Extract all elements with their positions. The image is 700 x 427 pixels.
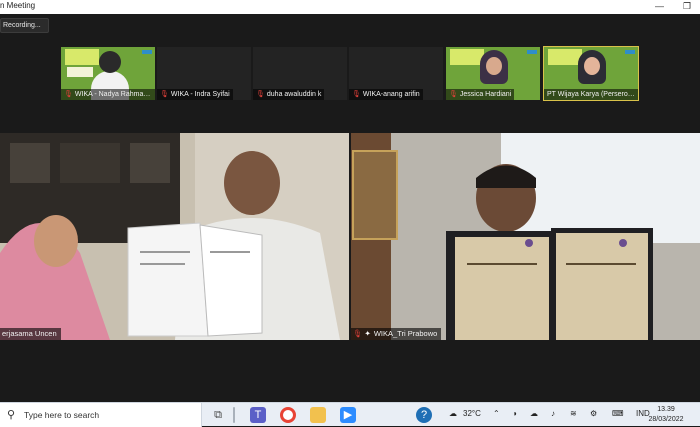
document-line (210, 251, 250, 253)
participant-name-tag: 🎙 WIKA-anang arifin (349, 89, 423, 100)
weather-icon[interactable]: ☁ (449, 409, 457, 418)
task-view-icon[interactable]: ⧉ (210, 407, 226, 423)
participant-thumb-duha[interactable]: 🎙 duha awaluddin k (253, 47, 347, 100)
shelf-panel (60, 143, 120, 183)
mic-muted-icon: 🎙 (353, 329, 363, 338)
thumb-banner (548, 49, 582, 65)
participant-name: WIKA - Indra Syifai (170, 91, 230, 98)
participant-name: erjasama Uncen (2, 329, 57, 338)
participant-avatar-face (486, 57, 502, 75)
participant-name-tag: 🎙 ✦ WIKA_Tri Prabowo (351, 328, 442, 340)
wika-logo-icon (625, 50, 635, 54)
system-clock[interactable]: 13.39 28/03/2022 (646, 405, 686, 425)
mic-muted-icon: 🎙 (256, 91, 265, 98)
pin-icon: ✦ (364, 329, 371, 338)
participant-name: duha awaluddin k (266, 91, 322, 98)
mic-muted-icon: 🎙 (160, 91, 169, 98)
show-hidden-icons[interactable]: ⌃ (493, 409, 500, 418)
teams-icon[interactable]: T (250, 407, 266, 423)
wika-logo-icon (527, 50, 537, 54)
thumb-banner (65, 49, 99, 65)
file-explorer-icon[interactable] (310, 407, 326, 423)
thumb-banner (450, 49, 484, 65)
keyboard-icon[interactable]: ⌨ (612, 409, 624, 418)
taskbar-divider (233, 407, 235, 423)
wika-logo-icon (142, 50, 152, 54)
participant-name-tag: 🎙 Jessica Hardiani (446, 89, 515, 100)
participant-name: Jessica Hardiani (459, 91, 512, 98)
document-line (140, 263, 185, 265)
chrome-icon[interactable] (280, 407, 296, 423)
mic-muted-icon: 🎙 (64, 91, 73, 98)
search-icon: ⚲ (7, 409, 16, 421)
participant-name-tag: 🎙 duha awaluddin k (253, 89, 325, 100)
document-line (467, 263, 537, 265)
held-document (199, 224, 263, 337)
weather-temperature[interactable]: 32°C (463, 409, 481, 418)
search-placeholder: Type here to search (24, 410, 100, 420)
framed-certificate (352, 150, 398, 240)
onedrive-icon[interactable]: ☁ (530, 409, 538, 418)
video-tile-uncen[interactable]: erjasama Uncen (0, 133, 349, 340)
video-tile-tri-prabowo[interactable]: 🎙 ✦ WIKA_Tri Prabowo (351, 133, 700, 340)
person-face (224, 151, 280, 215)
participant-avatar-face (584, 57, 600, 75)
participant-name: WIKA - Nadya Rahmas... (74, 91, 153, 98)
shelf-panel (130, 143, 170, 183)
person-face (34, 215, 78, 267)
video-feed-uncen (0, 133, 349, 340)
wifi-icon[interactable]: ≋ (570, 409, 577, 418)
recording-indicator[interactable]: Recording... (0, 18, 49, 33)
window-titlebar: n Meeting — ❐ (0, 0, 700, 14)
participant-thumb-indra[interactable]: 🎙 WIKA - Indra Syifai (157, 47, 251, 100)
document-line (566, 263, 636, 265)
document-seal (619, 239, 627, 247)
clock-time: 13.39 (657, 406, 675, 413)
participant-thumb-anang[interactable]: 🎙 WIKA-anang arifin (349, 47, 443, 100)
taskbar-search-box[interactable]: ⚲ Type here to search (0, 403, 202, 427)
participant-avatar-head (99, 51, 121, 73)
document-line (140, 251, 190, 253)
help-icon[interactable]: ? (416, 407, 432, 423)
participant-name-tag: erjasama Uncen (0, 328, 61, 340)
document-seal (525, 239, 533, 247)
participant-thumb-jessica[interactable]: 🎙 Jessica Hardiani (446, 47, 540, 100)
video-feed-tri-prabowo (351, 133, 700, 340)
window-title: n Meeting (0, 1, 36, 10)
minimize-button[interactable]: — (655, 1, 664, 11)
restore-button[interactable]: ❐ (683, 1, 691, 12)
participant-thumb-nadya[interactable]: 🎙 WIKA - Nadya Rahmas... (61, 47, 155, 100)
participant-name: WIKA-anang arifin (362, 91, 420, 98)
shelf-panel (10, 143, 50, 183)
participant-name: WIKA_Tri Prabowo (373, 329, 438, 338)
held-document (127, 222, 209, 337)
windows-taskbar: ⚲ Type here to search ⧉ T ▶ ? ☁ 32°C ⌃ ◑… (0, 402, 700, 427)
recording-label: Recording... (3, 22, 41, 29)
zoom-icon[interactable]: ▶ (340, 407, 356, 423)
participant-thumb-wika-pt[interactable]: PT Wijaya Karya (Persero)... (543, 46, 639, 101)
mic-muted-icon: 🎙 (449, 91, 458, 98)
network-icon[interactable]: ⚙ (590, 409, 597, 418)
security-icon[interactable]: ◑ (512, 409, 517, 418)
clock-date: 28/03/2022 (648, 416, 684, 423)
participant-name-tag: 🎙 WIKA - Indra Syifai (157, 89, 233, 100)
thumb-banner-sub (67, 67, 93, 77)
participant-name-tag: 🎙 WIKA - Nadya Rahmas... (61, 89, 155, 100)
signed-document-page (556, 233, 648, 340)
participant-name: PT Wijaya Karya (Persero)... (547, 91, 636, 98)
volume-icon[interactable]: ♪ (551, 409, 555, 418)
signed-document-page (455, 237, 549, 340)
participant-name-tag: PT Wijaya Karya (Persero)... (544, 89, 638, 100)
mic-muted-icon: 🎙 (352, 91, 361, 98)
